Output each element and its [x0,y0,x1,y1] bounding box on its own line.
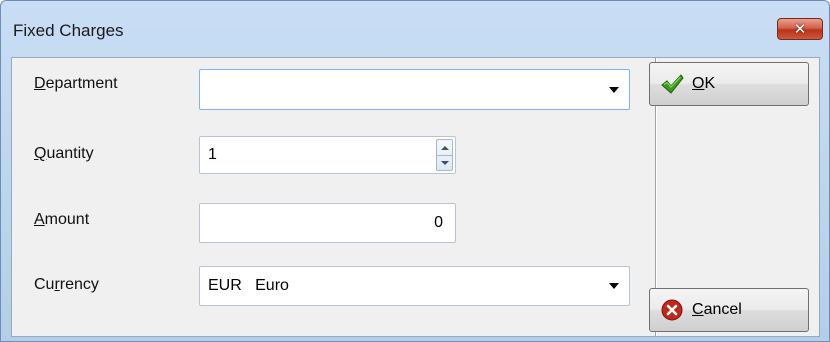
cancel-label: Cancel [692,301,742,318]
quantity-stepper[interactable]: 1 [199,136,456,174]
quantity-value: 1 [208,146,217,163]
close-button[interactable]: ✕ [777,18,823,40]
currency-label: Currency [34,276,99,293]
spin-down-button[interactable] [437,155,452,170]
title-bar[interactable]: Fixed Charges ✕ [1,1,829,57]
checkmark-icon [661,74,684,94]
currency-dropdown[interactable]: EUR Euro [199,266,630,306]
quantity-label: Quantity [34,145,94,162]
quantity-spinner [436,139,453,171]
ok-button[interactable]: OK [649,62,809,106]
cancel-button[interactable]: Cancel [649,288,809,332]
window-title: Fixed Charges [13,21,124,40]
arrow-up-icon [440,145,449,150]
close-icon: ✕ [793,19,807,38]
cancel-icon [661,299,683,321]
amount-label: Amount [34,211,90,228]
amount-input[interactable]: 0 [199,203,456,243]
chevron-down-icon[interactable] [609,283,619,289]
spin-up-button[interactable] [437,140,452,156]
amount-value: 0 [434,214,443,231]
fixed-charges-dialog: Fixed Charges ✕ Department Quantity 1 Am… [0,0,830,342]
department-dropdown[interactable] [199,69,630,110]
ok-label: OK [692,75,716,92]
chevron-down-icon[interactable] [609,86,619,93]
arrow-down-icon [440,160,449,165]
department-label: Department [34,75,118,92]
currency-value: EUR Euro [208,277,289,294]
